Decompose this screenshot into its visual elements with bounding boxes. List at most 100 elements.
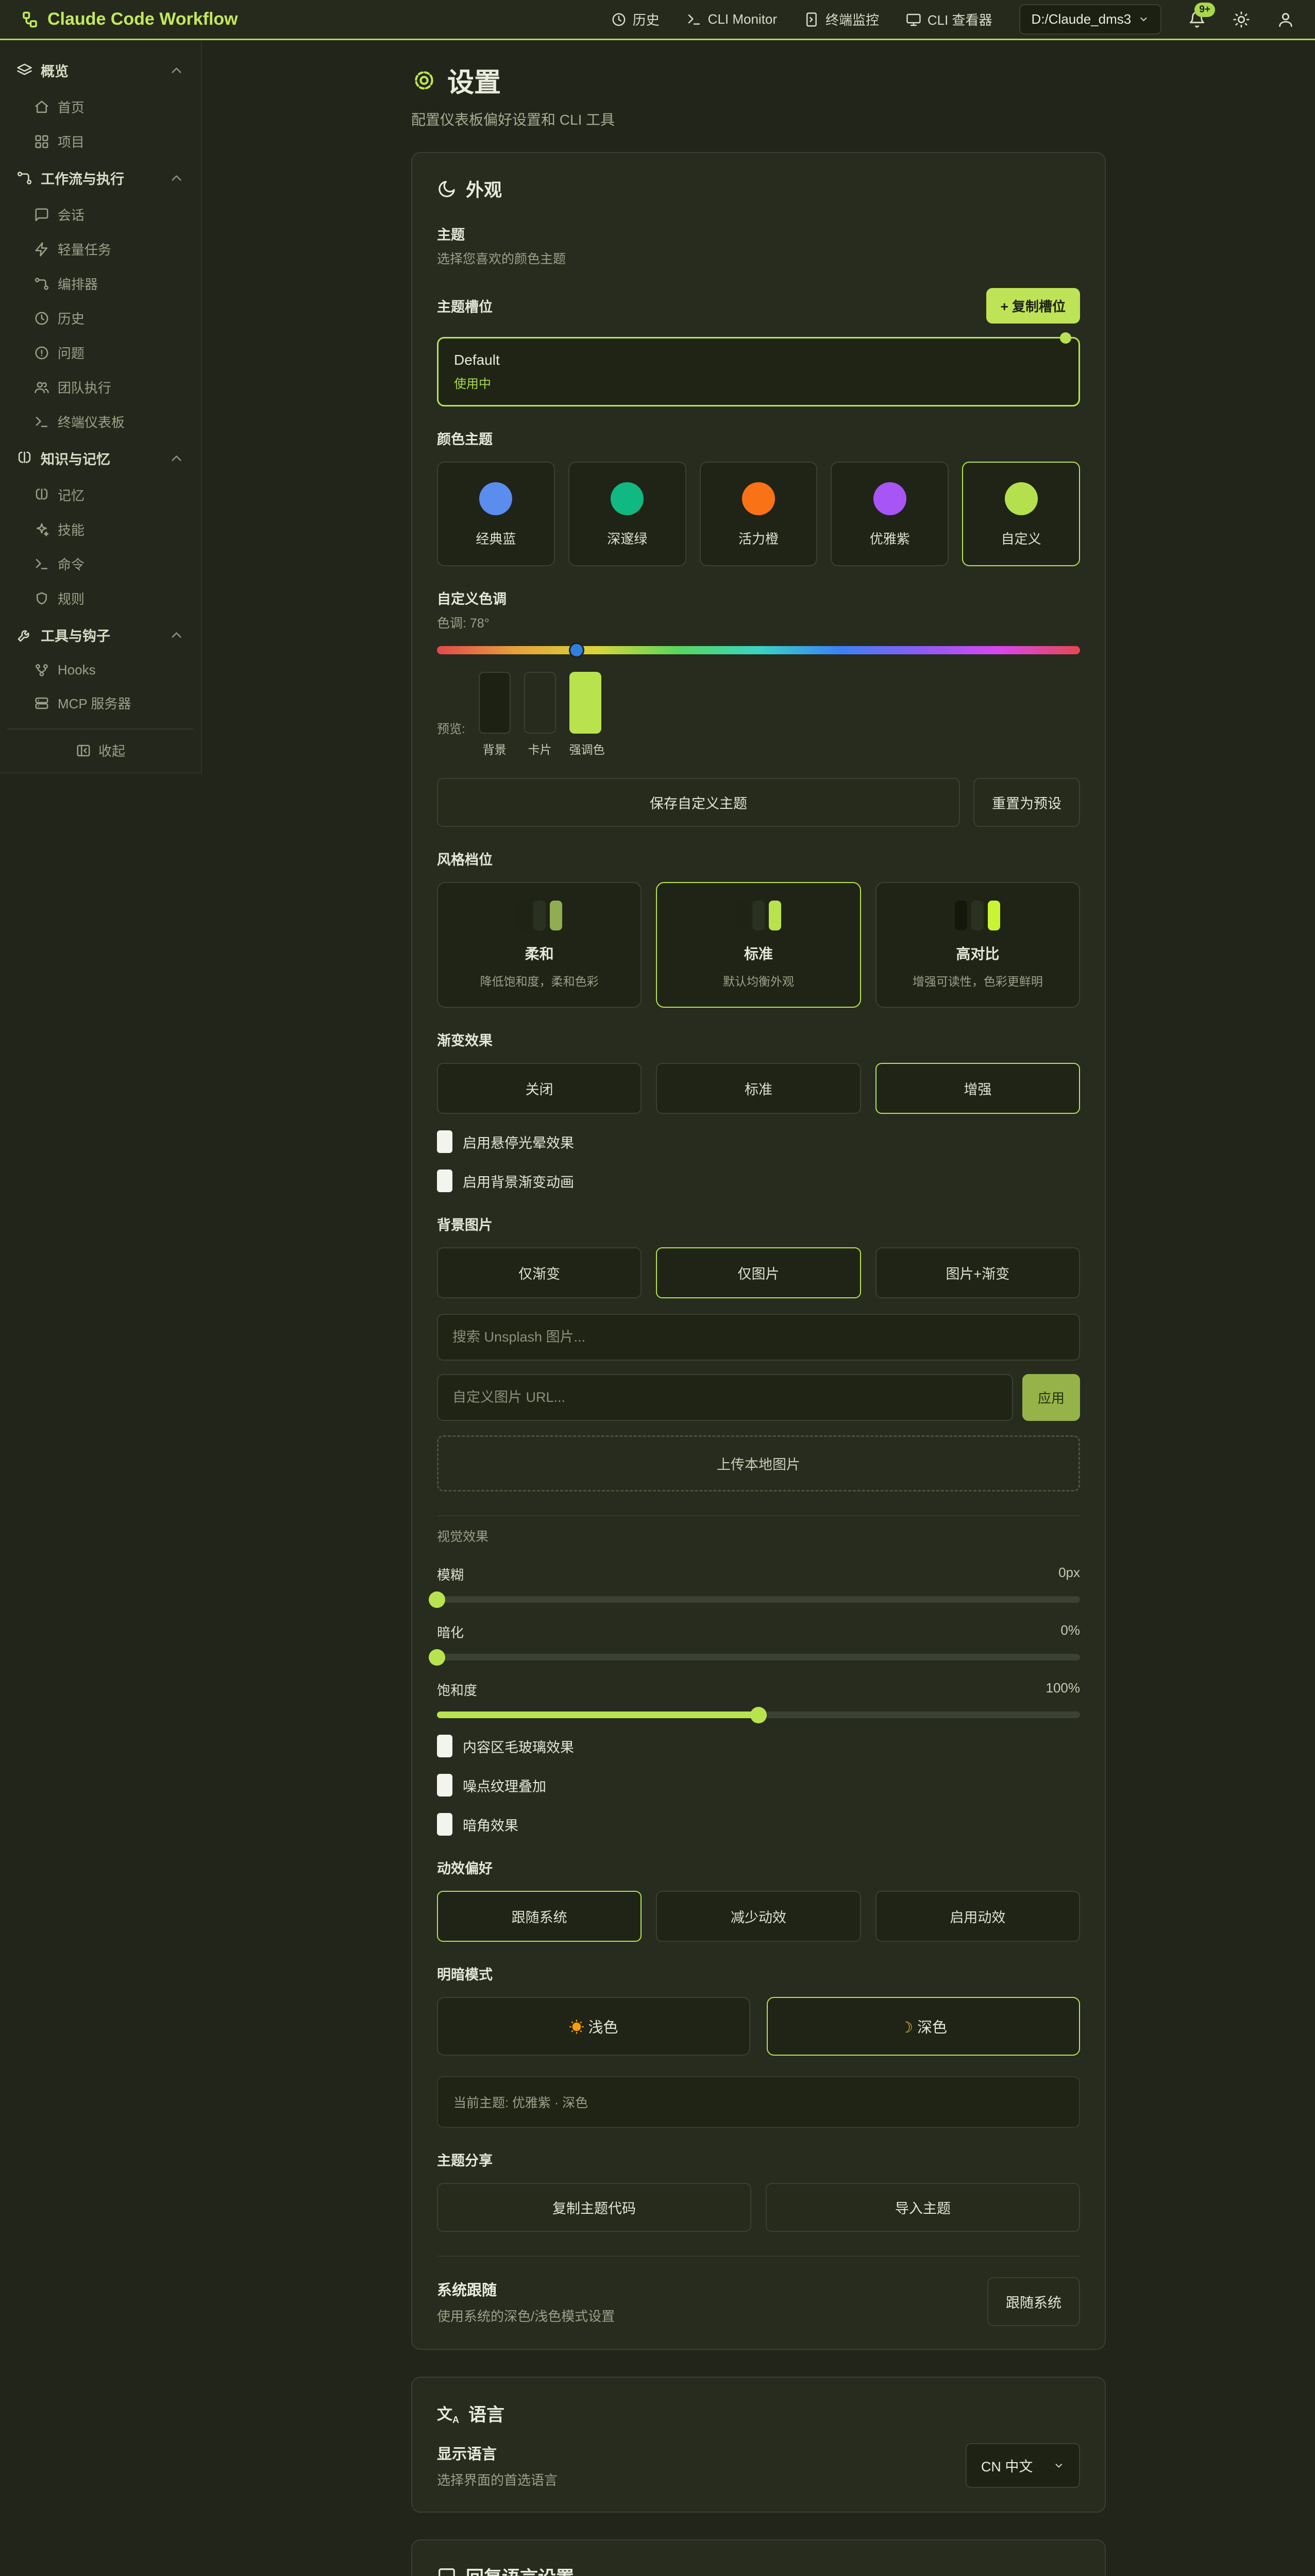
unsplash-search-input[interactable] xyxy=(437,1314,1080,1361)
theme-option-custom[interactable]: 自定义 xyxy=(962,462,1080,566)
style-option-soft[interactable]: 柔和 降低饱和度，柔和色彩 xyxy=(437,882,642,1008)
checkbox-unchecked[interactable] xyxy=(437,1170,452,1192)
saturation-slider[interactable] xyxy=(437,1711,1080,1718)
hue-slider[interactable] xyxy=(437,646,1080,654)
nav-history[interactable]: 历史 xyxy=(611,10,660,29)
sidebar-item-terminal-dashboard[interactable]: 终端仪表板 xyxy=(7,404,194,439)
sidebar-item-rules[interactable]: 规则 xyxy=(7,581,194,616)
hue-slider-handle[interactable] xyxy=(569,642,584,658)
notifications-button[interactable]: 9+ xyxy=(1188,11,1206,28)
motion-pref-label: 动效偏好 xyxy=(437,1857,1080,1877)
light-mode-button[interactable]: ☀ 浅色 xyxy=(437,1997,750,2056)
app-brand[interactable]: Claude Code Workflow xyxy=(21,9,238,29)
copy-theme-code-button[interactable]: 复制主题代码 xyxy=(437,2183,751,2232)
darken-slider-row: 暗化0% xyxy=(437,1622,1080,1660)
theme-name: 活力橙 xyxy=(701,529,817,548)
sidebar-item-projects[interactable]: 项目 xyxy=(7,124,194,159)
sidebar-group-tools[interactable]: 工具与钩子 xyxy=(7,616,194,654)
apply-url-button[interactable]: 应用 xyxy=(1022,1374,1080,1421)
sidebar-group-label: 知识与记忆 xyxy=(41,448,110,468)
gradient-enhanced-button[interactable]: 增强 xyxy=(875,1063,1080,1114)
sidebar-item-team-exec[interactable]: 团队执行 xyxy=(7,370,194,404)
bg-animation-checkbox-row[interactable]: 启用背景渐变动画 xyxy=(437,1170,1080,1192)
hook-icon xyxy=(34,663,49,678)
motion-follow-system-button[interactable]: 跟随系统 xyxy=(437,1891,642,1942)
gradient-off-button[interactable]: 关闭 xyxy=(437,1063,642,1114)
theme-name: 优雅紫 xyxy=(832,529,948,548)
project-selector[interactable]: D:/Claude_dms3 xyxy=(1019,4,1161,35)
reply-language-title: 回复语言设置 xyxy=(466,2563,574,2576)
checkbox-unchecked[interactable] xyxy=(437,1735,452,1757)
theme-name: 深邃绿 xyxy=(569,529,685,548)
theme-option-elegant-purple[interactable]: 优雅紫 xyxy=(831,462,949,566)
nav-cli-viewer[interactable]: CLI 查看器 xyxy=(906,10,992,29)
bg-image-only-button[interactable]: 仅图片 xyxy=(656,1247,861,1298)
slider-thumb[interactable] xyxy=(750,1707,767,1723)
language-select[interactable]: CN 中文 xyxy=(966,2443,1080,2488)
sidebar-item-mcp-servers[interactable]: MCP 服务器 xyxy=(7,686,194,720)
theme-toggle-button[interactable] xyxy=(1233,11,1250,28)
system-follow-desc: 使用系统的深色/浅色模式设置 xyxy=(437,2306,615,2325)
sidebar-group-overview[interactable]: 概览 xyxy=(7,51,194,90)
theme-option-vibrant-orange[interactable]: 活力橙 xyxy=(700,462,818,566)
light-dark-mode-label: 明暗模式 xyxy=(437,1963,1080,1984)
gradient-standard-button[interactable]: 标准 xyxy=(656,1063,861,1114)
save-custom-theme-button[interactable]: 保存自定义主题 xyxy=(437,778,960,827)
theme-slot-default[interactable]: Default 使用中 xyxy=(437,337,1080,406)
dark-mode-button[interactable]: ☽ 深色 xyxy=(767,1997,1080,2056)
sidebar-item-commands[interactable]: 命令 xyxy=(7,547,194,581)
sidebar-item-label: MCP 服务器 xyxy=(58,693,131,713)
sidebar-item-orchestrator[interactable]: 编排器 xyxy=(7,266,194,301)
sidebar-item-label: 团队执行 xyxy=(58,378,111,397)
slider-thumb[interactable] xyxy=(429,1649,445,1666)
hover-glow-checkbox-row[interactable]: 启用悬停光晕效果 xyxy=(437,1130,1080,1153)
style-option-high-contrast[interactable]: 高对比 增强可读性，色彩更鲜明 xyxy=(875,882,1080,1008)
sidebar-group-knowledge[interactable]: 知识与记忆 xyxy=(7,439,194,478)
darken-slider[interactable] xyxy=(437,1654,1080,1660)
sidebar-item-skills[interactable]: 技能 xyxy=(7,512,194,547)
sidebar-item-sessions[interactable]: 会话 xyxy=(7,197,194,232)
import-theme-button[interactable]: 导入主题 xyxy=(766,2183,1080,2232)
nav-cli-monitor[interactable]: CLI Monitor xyxy=(686,11,777,27)
sidebar-collapse-button[interactable]: 收起 xyxy=(7,728,194,772)
sidebar-group-workflow[interactable]: 工作流与执行 xyxy=(7,159,194,197)
checkbox-unchecked[interactable] xyxy=(437,1774,452,1797)
checkbox-unchecked[interactable] xyxy=(437,1813,452,1836)
slider-thumb[interactable] xyxy=(429,1591,445,1608)
sidebar-item-hooks[interactable]: Hooks xyxy=(7,654,194,686)
sidebar-item-memory[interactable]: 记忆 xyxy=(7,478,194,512)
appearance-title: 外观 xyxy=(466,176,502,202)
checkbox-unchecked[interactable] xyxy=(437,1130,452,1153)
sidebar-item-home[interactable]: 首页 xyxy=(7,90,194,124)
preview-accent: 强调色 xyxy=(569,672,605,757)
style-option-standard[interactable]: 标准 默认均衡外观 xyxy=(656,882,861,1008)
bg-image-gradient-button[interactable]: 图片+渐变 xyxy=(875,1247,1080,1298)
theme-swatch xyxy=(479,482,512,515)
sidebar-item-issues[interactable]: 问题 xyxy=(7,335,194,370)
bg-gradient-only-button[interactable]: 仅渐变 xyxy=(437,1247,642,1298)
theme-option-deep-green[interactable]: 深邃绿 xyxy=(568,462,686,566)
noise-checkbox-row[interactable]: 噪点纹理叠加 xyxy=(437,1774,1080,1797)
nav-terminal-monitor[interactable]: 终端监控 xyxy=(804,10,879,29)
upload-local-image-button[interactable]: 上传本地图片 xyxy=(437,1435,1080,1492)
theme-swatch xyxy=(873,482,906,515)
motion-reduce-button[interactable]: 减少动效 xyxy=(656,1891,861,1942)
custom-image-url-input[interactable] xyxy=(437,1374,1013,1421)
style-name: 柔和 xyxy=(448,943,630,963)
theme-name: 经典蓝 xyxy=(438,529,554,548)
slider-label: 暗化 xyxy=(437,1622,464,1641)
nav-history-label: 历史 xyxy=(633,10,660,29)
motion-enable-button[interactable]: 启用动效 xyxy=(875,1891,1080,1942)
server-icon xyxy=(34,696,49,711)
copy-slot-button[interactable]: + 复制槽位 xyxy=(986,288,1080,324)
reset-preset-button[interactable]: 重置为预设 xyxy=(973,778,1080,827)
user-menu-button[interactable] xyxy=(1277,11,1294,28)
sidebar-item-light-tasks[interactable]: 轻量任务 xyxy=(7,232,194,266)
vignette-checkbox-row[interactable]: 暗角效果 xyxy=(437,1813,1080,1836)
sidebar-item-history[interactable]: 历史 xyxy=(7,301,194,335)
blur-slider[interactable] xyxy=(437,1596,1080,1603)
chevron-up-icon xyxy=(168,450,184,466)
follow-system-button[interactable]: 跟随系统 xyxy=(987,2277,1080,2326)
glass-checkbox-row[interactable]: 内容区毛玻璃效果 xyxy=(437,1735,1080,1757)
theme-option-classic-blue[interactable]: 经典蓝 xyxy=(437,462,555,566)
